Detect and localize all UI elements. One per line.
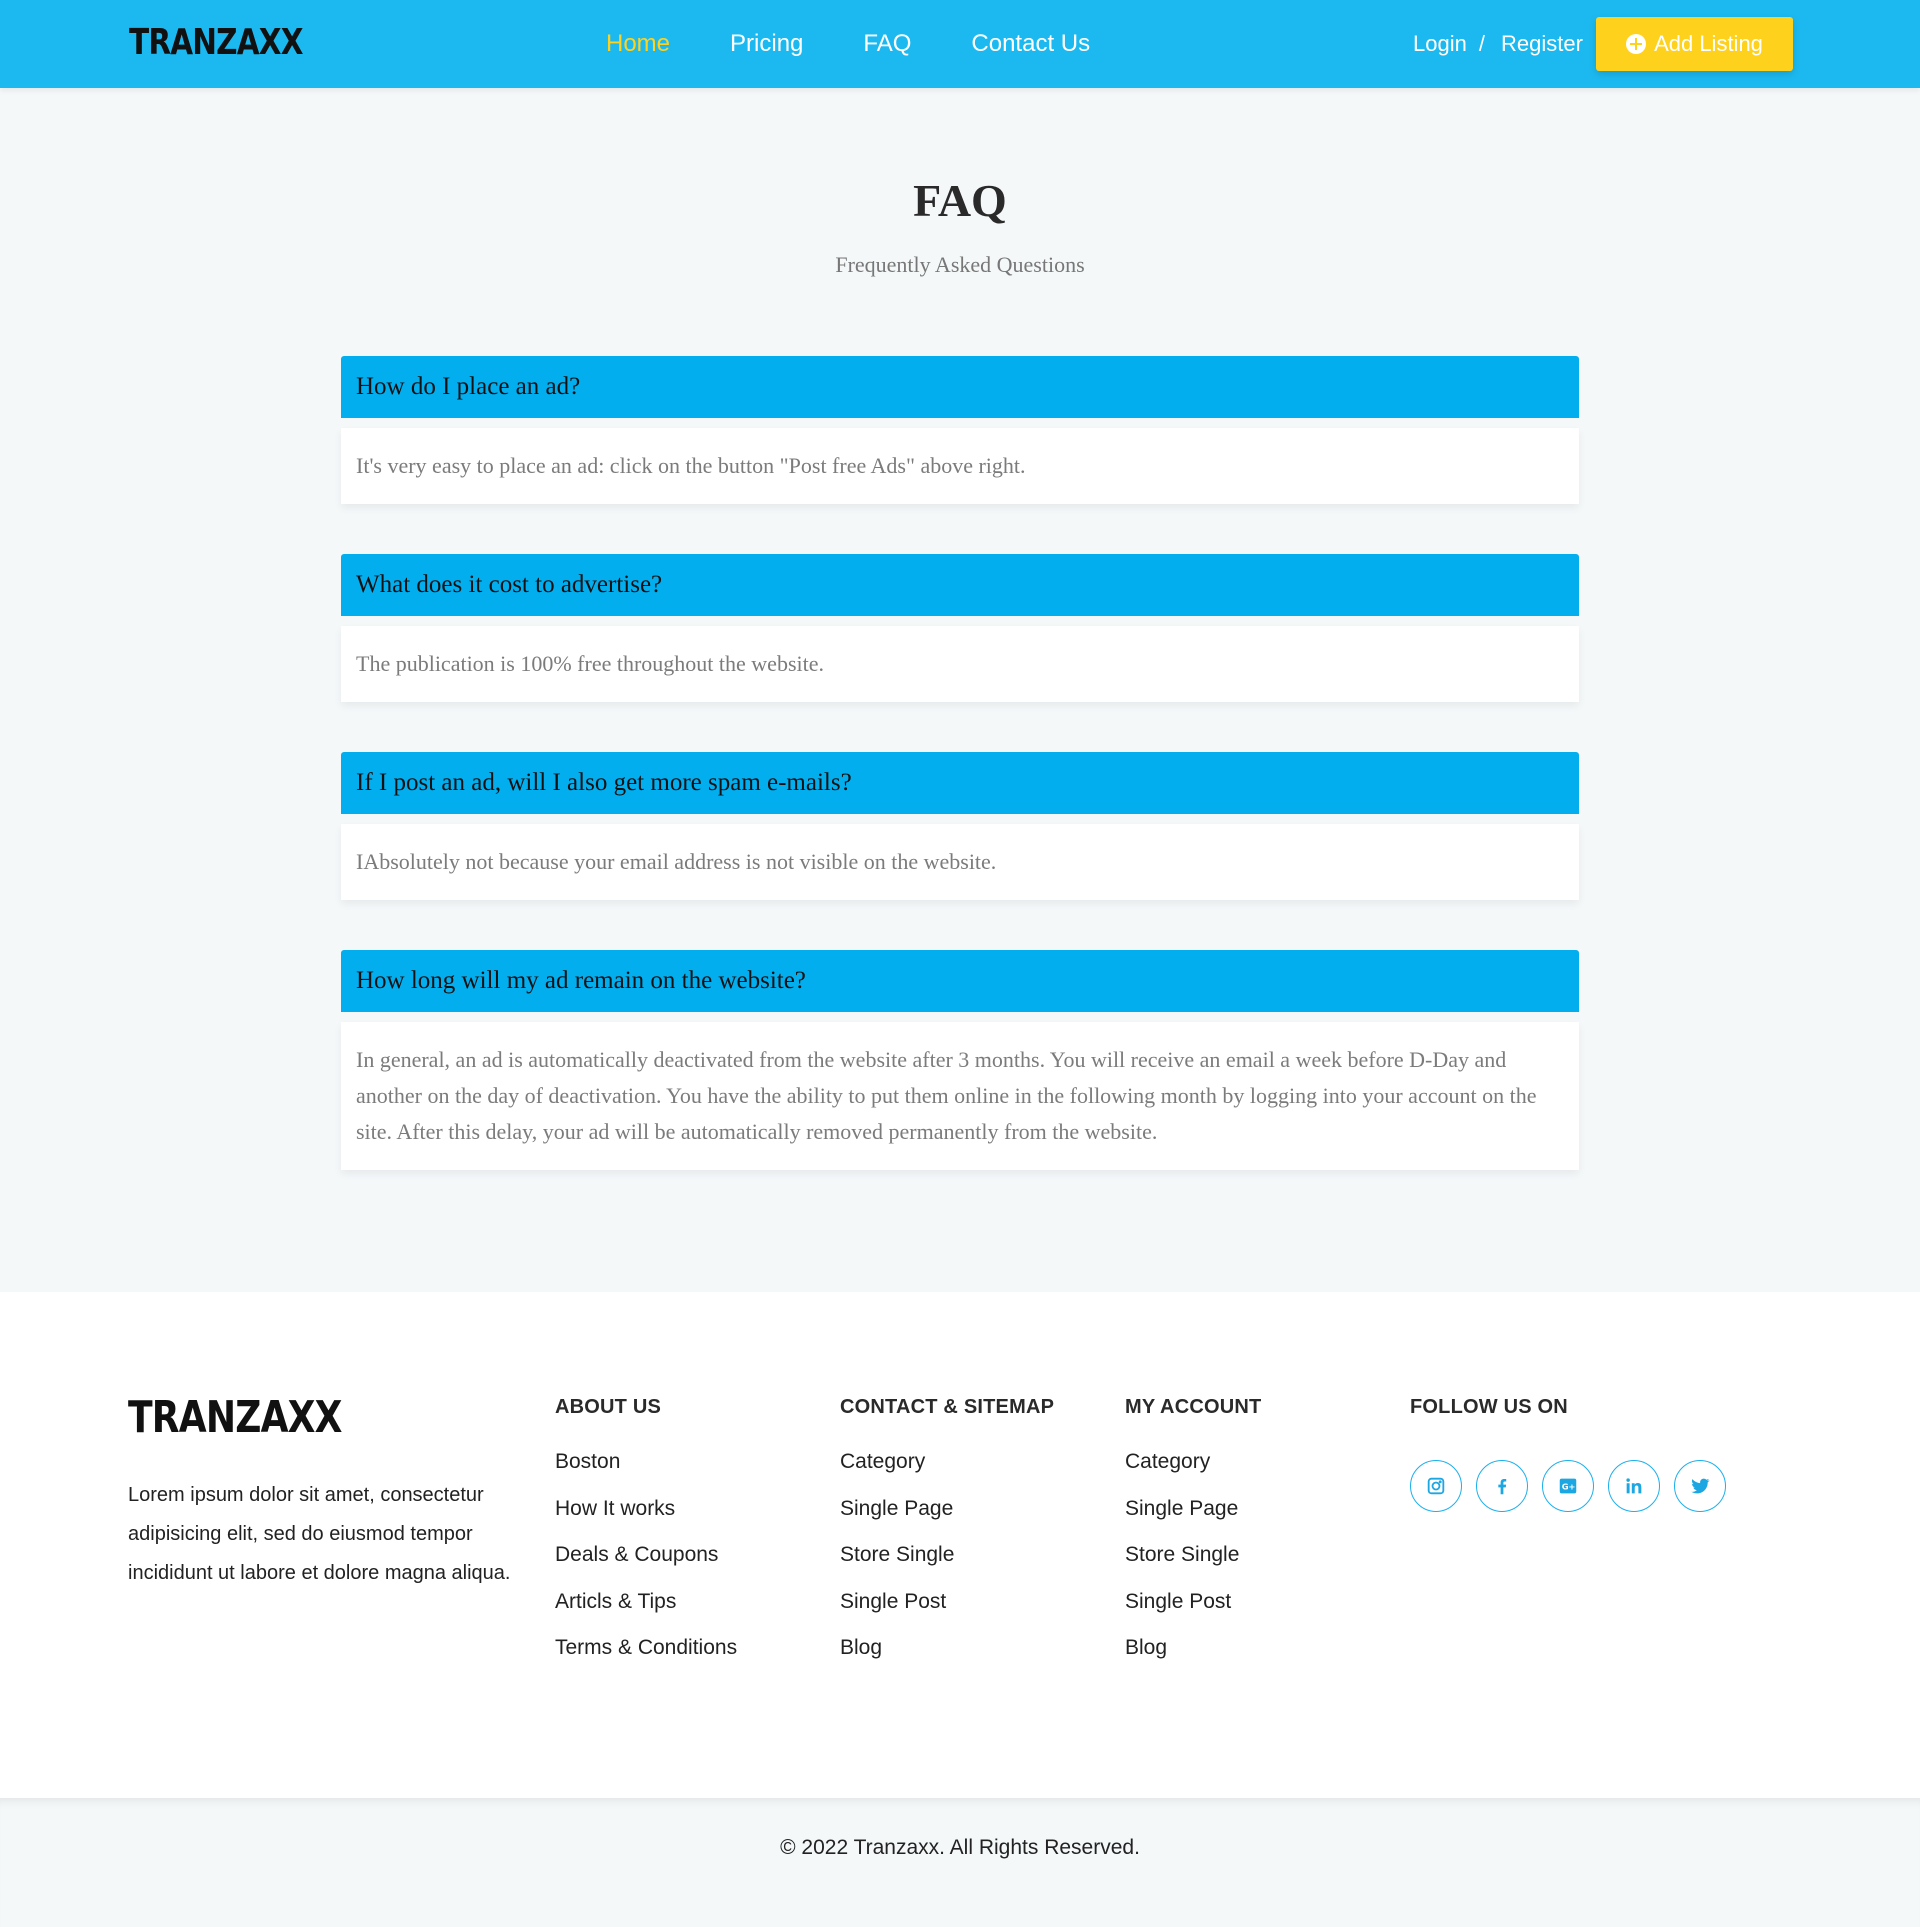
login-link[interactable]: Login: [1413, 31, 1467, 57]
faq-answer: IAbsolutely not because your email addre…: [341, 824, 1579, 900]
footer-link[interactable]: Single Page: [840, 1494, 1054, 1541]
page-subtitle: Frequently Asked Questions: [835, 252, 1085, 277]
footer-column-title: MY ACCOUNT: [1125, 1396, 1262, 1418]
faq-question[interactable]: How long will my ad remain on the websit…: [341, 950, 1579, 1012]
add-listing-button[interactable]: Add Listing: [1596, 17, 1793, 71]
top-navbar: TRANZAXX Home Pricing FAQ Contact Us Log…: [0, 0, 1920, 88]
main-nav: Home Pricing FAQ Contact Us: [606, 0, 1090, 88]
footer-link[interactable]: Category: [1125, 1447, 1261, 1494]
faq-question[interactable]: If I post an ad, will I also get more sp…: [341, 752, 1579, 814]
footer-link[interactable]: How It works: [555, 1494, 737, 1541]
nav-home-link[interactable]: Home: [606, 30, 670, 58]
nav-contact-link[interactable]: Contact Us: [971, 30, 1090, 58]
footer-link[interactable]: Blog: [840, 1633, 1054, 1680]
faq-item: What does it cost to advertise? The publ…: [341, 554, 1579, 702]
copyright-text: © 2022 Tranzaxx. All Rights Reserved.: [780, 1836, 1140, 1859]
auth-separator: /: [1478, 31, 1485, 56]
footer-link[interactable]: Single Page: [1125, 1494, 1261, 1541]
plus-circle-icon: [1626, 34, 1647, 54]
footer-link[interactable]: Articls & Tips: [555, 1587, 737, 1634]
facebook-icon[interactable]: [1476, 1460, 1528, 1512]
faq-answer: It's very easy to place an ad: click on …: [341, 428, 1579, 504]
footer-link[interactable]: Category: [840, 1447, 1054, 1494]
footer-link[interactable]: Boston: [555, 1447, 737, 1494]
faq-item: How long will my ad remain on the websit…: [341, 950, 1579, 1170]
footer-column-about: ABOUT US Boston How It works Deals & Cou…: [555, 1396, 737, 1680]
nav-faq-link[interactable]: FAQ: [863, 30, 911, 58]
faq-item: If I post an ad, will I also get more sp…: [341, 752, 1579, 900]
linkedin-icon[interactable]: [1608, 1460, 1660, 1512]
faq-question[interactable]: How do I place an ad?: [341, 356, 1579, 418]
social-links: G+: [1410, 1460, 1726, 1512]
footer-about-text: Lorem ipsum dolor sit amet, consectetur …: [128, 1484, 511, 1584]
footer-link[interactable]: Single Post: [840, 1587, 1054, 1634]
twitter-icon[interactable]: [1674, 1460, 1726, 1512]
footer-link[interactable]: Terms & Conditions: [555, 1633, 737, 1680]
footer-column-follow: FOLLOW US ON: [1410, 1396, 1568, 1447]
footer-logo[interactable]: TRANZAXX: [128, 1392, 342, 1443]
site-logo[interactable]: TRANZAXX: [129, 22, 303, 63]
footer-column-account: MY ACCOUNT Category Single Page Store Si…: [1125, 1396, 1261, 1680]
footer-column-title: CONTACT & SITEMAP: [840, 1396, 1055, 1418]
footer-link[interactable]: Store Single: [1125, 1540, 1261, 1587]
footer-column-title: FOLLOW US ON: [1410, 1396, 1568, 1418]
faq-answer: In general, an ad is automatically deact…: [341, 1022, 1579, 1170]
footer-link[interactable]: Deals & Coupons: [555, 1540, 737, 1587]
footer-link[interactable]: Store Single: [840, 1540, 1054, 1587]
svg-text:G+: G+: [1562, 1482, 1576, 1492]
site-footer: TRANZAXX Lorem ipsum dolor sit amet, con…: [0, 1292, 1920, 1798]
nav-pricing-link[interactable]: Pricing: [730, 30, 803, 58]
copyright-bar: © 2022 Tranzaxx. All Rights Reserved.: [0, 1798, 1920, 1927]
instagram-icon[interactable]: [1410, 1460, 1462, 1512]
page-title: FAQ: [913, 175, 1007, 226]
auth-links: Login / Register: [1413, 0, 1583, 88]
footer-link[interactable]: Blog: [1125, 1633, 1261, 1680]
faq-question[interactable]: What does it cost to advertise?: [341, 554, 1579, 616]
add-listing-label: Add Listing: [1654, 31, 1763, 56]
google-plus-icon[interactable]: G+: [1542, 1460, 1594, 1512]
faq-answer: The publication is 100% free throughout …: [341, 626, 1579, 702]
faq-list: How do I place an ad? It's very easy to …: [341, 356, 1579, 1220]
register-link[interactable]: Register: [1501, 31, 1583, 57]
footer-link[interactable]: Single Post: [1125, 1587, 1261, 1634]
footer-column-title: ABOUT US: [555, 1396, 662, 1418]
faq-item: How do I place an ad? It's very easy to …: [341, 356, 1579, 504]
footer-column-contact: CONTACT & SITEMAP Category Single Page S…: [840, 1396, 1054, 1680]
